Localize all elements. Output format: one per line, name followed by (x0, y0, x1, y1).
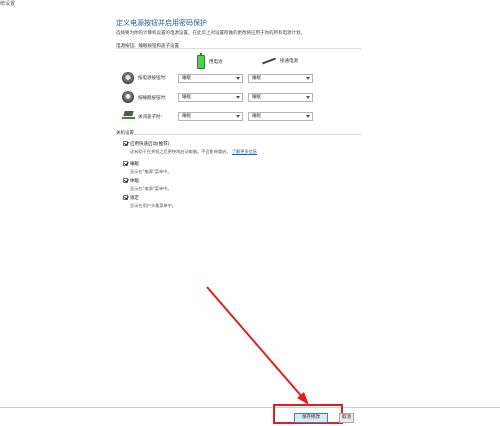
cancel-button[interactable]: 取消 (339, 413, 354, 423)
annotation-arrow (206, 286, 309, 405)
save-changes-button[interactable]: 保存修改 (294, 413, 328, 423)
footer-divider (0, 407, 500, 408)
